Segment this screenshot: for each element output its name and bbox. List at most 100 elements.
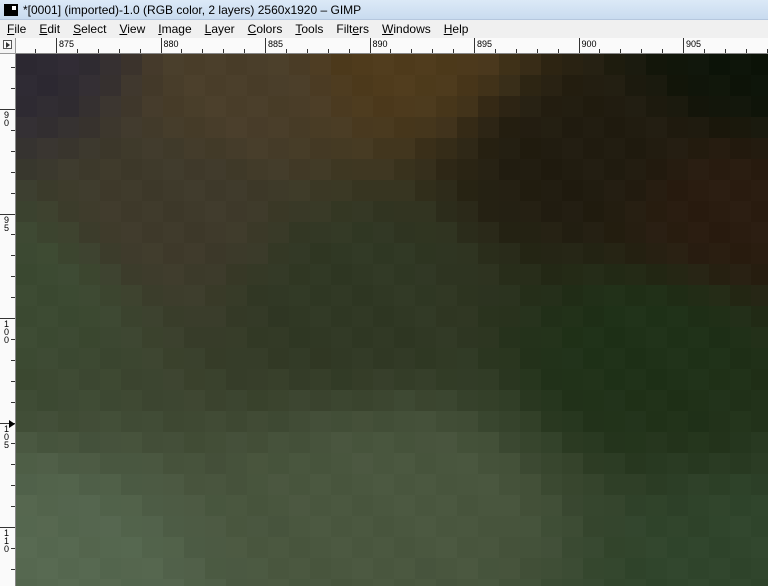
- canvas-pixel-block: [247, 75, 268, 96]
- canvas-pixel-block: [520, 75, 541, 96]
- menu-label-post: elp: [452, 22, 469, 36]
- menu-filters[interactable]: Filters: [329, 22, 375, 36]
- canvas-pixel-block: [709, 579, 730, 586]
- canvas-pixel-block: [205, 327, 226, 348]
- canvas-pixel-block: [562, 579, 583, 586]
- canvas-pixel-block: [16, 411, 37, 432]
- canvas-pixel-block: [37, 369, 58, 390]
- canvas-pixel-block: [667, 516, 688, 537]
- canvas-pixel-block: [100, 222, 121, 243]
- canvas-pixel-block: [289, 348, 310, 369]
- canvas-pixel-block: [247, 516, 268, 537]
- canvas-pixel-block: [247, 432, 268, 453]
- canvas-pixel-block: [226, 96, 247, 117]
- canvas-pixel-block: [121, 75, 142, 96]
- canvas-pixel-block: [184, 306, 205, 327]
- canvas-pixel-block: [394, 558, 415, 579]
- canvas-pixel-block: [100, 96, 121, 117]
- canvas-pixel-block: [163, 432, 184, 453]
- canvas-pixel-block: [79, 285, 100, 306]
- canvas-pixel-block: [289, 579, 310, 586]
- canvas-pixel-block: [667, 579, 688, 586]
- canvas-pixel-block: [667, 96, 688, 117]
- menu-file[interactable]: File: [0, 22, 32, 36]
- horizontal-ruler[interactable]: 875 880 885 890 895 900 905: [16, 38, 768, 54]
- canvas-pixel-block: [352, 54, 373, 75]
- vertical-ruler[interactable]: 90 95 100 105 110: [0, 54, 16, 586]
- canvas-pixel-block: [37, 264, 58, 285]
- canvas-pixel-block: [478, 432, 499, 453]
- canvas-pixel-block: [37, 54, 58, 75]
- canvas-pixel-block: [436, 54, 457, 75]
- ruler-tick: [160, 38, 162, 53]
- canvas-pixel-block: [310, 432, 331, 453]
- ruler-tick: [11, 568, 15, 570]
- canvas-pixel-block: [562, 474, 583, 495]
- ruler-tick: [536, 49, 538, 53]
- canvas-pixel-block: [226, 138, 247, 159]
- canvas-pixel-block: [310, 390, 331, 411]
- canvas-pixel-block: [667, 264, 688, 285]
- canvas-pixel-block: [604, 243, 625, 264]
- canvas-pixel-block: [646, 117, 667, 138]
- canvas-pixel-block: [16, 495, 37, 516]
- image-canvas[interactable]: [16, 54, 768, 586]
- ruler-label: 880: [163, 39, 179, 49]
- menu-windows[interactable]: Windows: [375, 22, 437, 36]
- canvas-pixel-block: [205, 159, 226, 180]
- gimp-app-icon[interactable]: [4, 3, 18, 16]
- canvas-pixel-block: [688, 327, 709, 348]
- canvas-pixel-block: [373, 117, 394, 138]
- quick-mask-toggle-icon[interactable]: [3, 40, 12, 49]
- canvas-pixel-block: [751, 348, 768, 369]
- canvas-pixel-block: [352, 369, 373, 390]
- canvas-pixel-block: [226, 243, 247, 264]
- menu-help[interactable]: Help: [437, 22, 475, 36]
- canvas-pixel-block: [373, 54, 394, 75]
- canvas-pixel-block: [205, 537, 226, 558]
- canvas-pixel-block: [205, 75, 226, 96]
- menu-layer[interactable]: Layer: [198, 22, 241, 36]
- canvas-pixel-block: [58, 138, 79, 159]
- canvas-pixel-block: [268, 327, 289, 348]
- menu-edit[interactable]: Edit: [32, 22, 66, 36]
- canvas-pixel-block: [310, 159, 331, 180]
- canvas-pixel-block: [331, 348, 352, 369]
- canvas-pixel-block: [667, 306, 688, 327]
- menu-colors[interactable]: Colors: [241, 22, 289, 36]
- canvas-pixel-block: [79, 54, 100, 75]
- canvas-pixel-block: [730, 474, 751, 495]
- canvas-pixel-block: [730, 390, 751, 411]
- canvas-pixel-block: [100, 453, 121, 474]
- canvas-pixel-block: [289, 411, 310, 432]
- canvas-pixel-block: [667, 201, 688, 222]
- canvas-pixel-block: [499, 327, 520, 348]
- menu-image[interactable]: Image: [151, 22, 197, 36]
- menu-tools[interactable]: Tools: [288, 22, 329, 36]
- canvas-pixel-block: [625, 75, 646, 96]
- canvas-pixel-block: [163, 243, 184, 264]
- canvas-pixel-block: [121, 558, 142, 579]
- canvas-pixel-block: [751, 180, 768, 201]
- menu-label-post: mage: [161, 22, 192, 36]
- ruler-tick: [11, 192, 15, 194]
- canvas-pixel-block: [541, 75, 562, 96]
- canvas-pixel-block: [415, 369, 436, 390]
- canvas-pixel-block: [205, 222, 226, 243]
- canvas-pixel-block: [520, 117, 541, 138]
- canvas-pixel-block: [268, 390, 289, 411]
- canvas-pixel-block: [16, 180, 37, 201]
- canvas-pixel-block: [310, 138, 331, 159]
- canvas-pixel-block: [457, 159, 478, 180]
- canvas-pixel-block: [436, 516, 457, 537]
- canvas-pixel-block: [688, 306, 709, 327]
- canvas-pixel-block: [37, 201, 58, 222]
- canvas-pixel-block: [646, 96, 667, 117]
- canvas-pixel-block: [457, 117, 478, 138]
- canvas-pixel-block: [100, 54, 121, 75]
- menu-label-post: indows: [393, 22, 431, 36]
- canvas-pixel-block: [310, 474, 331, 495]
- menu-view[interactable]: View: [112, 22, 151, 36]
- menu-select[interactable]: Select: [66, 22, 112, 36]
- canvas-pixel-block: [310, 558, 331, 579]
